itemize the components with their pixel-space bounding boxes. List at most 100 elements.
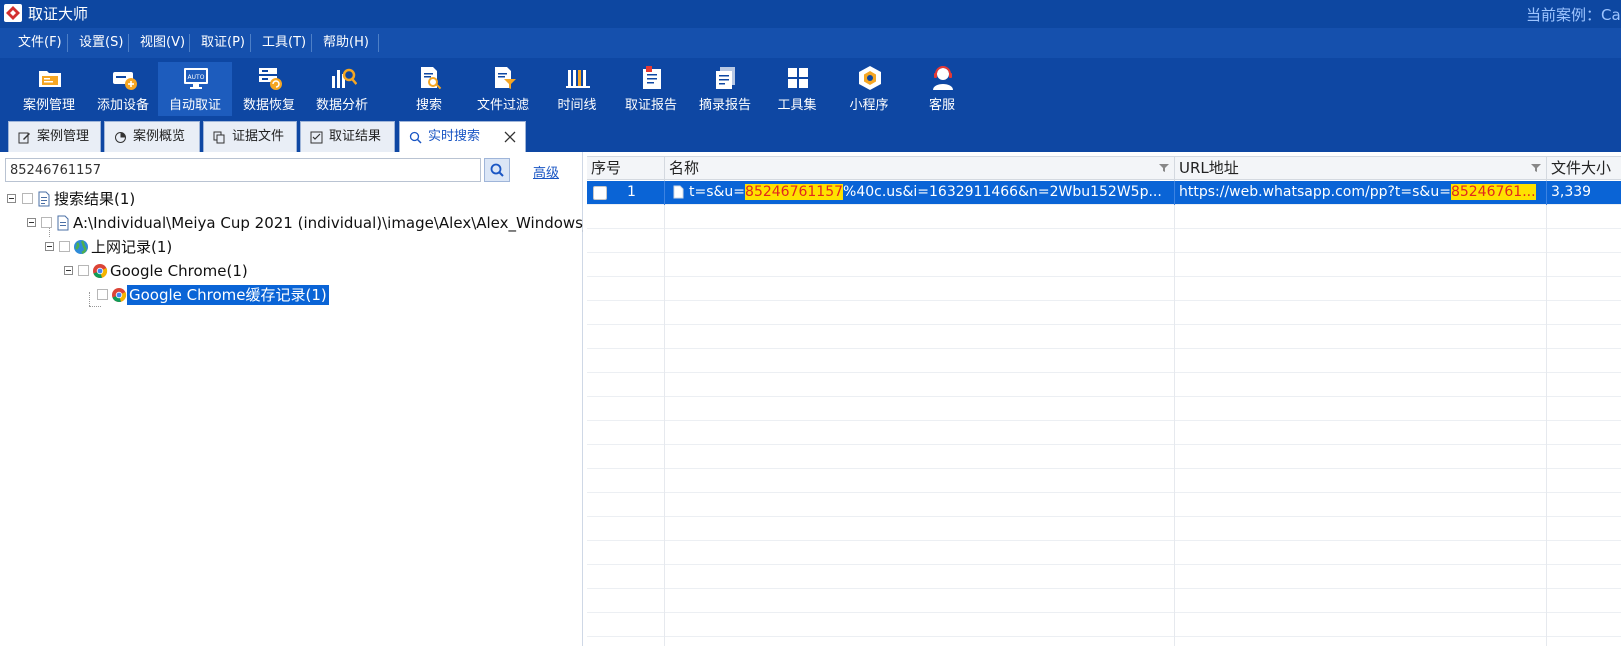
collapse-toggle[interactable] (27, 218, 36, 227)
table-row[interactable]: 1 t=s&u=85246761157%40c.us&i=1632911466&… (587, 181, 1621, 205)
customer-service-button[interactable]: 客服 (905, 62, 979, 116)
toolset-button[interactable]: 工具集 (760, 62, 834, 116)
tree-node-google-chrome[interactable]: Google Chrome(1) (0, 260, 583, 282)
collapse-toggle[interactable] (7, 194, 16, 203)
search-result-tree: 搜索结果(1) A:\Individual\Meiya Cup 2021 (in… (0, 184, 583, 644)
column-divider (1174, 445, 1175, 469)
tree-node-label: Google Chrome(1) (110, 262, 248, 280)
excerpt-report-icon (716, 67, 735, 89)
empty-table-row (587, 469, 1621, 493)
file-filter-button[interactable]: 文件过滤 (466, 62, 540, 116)
keyword-highlight: 85246761... (1450, 184, 1536, 200)
advanced-search-link[interactable]: 高级 (533, 162, 559, 181)
auto-forensics-button[interactable]: AUTO 自动取证 (158, 62, 232, 116)
column-divider (1174, 589, 1175, 613)
filter-icon[interactable] (1531, 163, 1541, 173)
column-divider (1546, 565, 1547, 589)
empty-table-row (587, 637, 1621, 646)
menu-settings[interactable]: 设置(S) (73, 28, 129, 58)
menu-forensics[interactable]: 取证(P) (195, 28, 251, 58)
toolbar-label: 客服 (928, 98, 955, 113)
column-divider (664, 613, 665, 637)
column-divider (1546, 349, 1547, 373)
empty-table-row (587, 301, 1621, 325)
column-divider (1546, 613, 1547, 637)
menu-separator (250, 34, 251, 52)
toolbar-label: 文件过滤 (476, 98, 529, 113)
auto-monitor-icon: AUTO (184, 68, 208, 89)
empty-table-row (587, 397, 1621, 421)
column-divider (1174, 637, 1175, 646)
data-analysis-button[interactable]: 数据分析 (305, 62, 379, 116)
column-divider (664, 421, 665, 445)
column-divider (1174, 613, 1175, 637)
customer-service-icon (933, 66, 953, 90)
checklist-icon (310, 131, 323, 144)
search-submit-button[interactable] (484, 158, 510, 182)
case-management-button[interactable]: 案例管理 (12, 62, 86, 116)
tree-node-search-results[interactable]: 搜索结果(1) (0, 188, 583, 210)
column-header-name[interactable]: 名称 (665, 157, 1175, 181)
tab-evidence-files[interactable]: 证据文件 (203, 121, 297, 152)
column-divider (1174, 493, 1175, 517)
chrome-icon (112, 288, 127, 302)
search-button[interactable]: 搜索 (392, 62, 466, 116)
file-icon (673, 185, 684, 199)
column-header-url[interactable]: URL地址 (1175, 157, 1547, 181)
title-bar: 取证大师 当前案例：Ca (0, 0, 1621, 28)
copy-icon (213, 131, 225, 144)
tree-node-web-history[interactable]: 上网记录(1) (0, 236, 583, 258)
tab-realtime-search[interactable]: 实时搜索 (399, 121, 526, 152)
column-header-index[interactable]: 序号 (587, 157, 665, 181)
toolbar-label: 自动取证 (168, 98, 221, 113)
tree-checkbox[interactable] (22, 193, 33, 204)
menu-file[interactable]: 文件(F) (12, 28, 68, 58)
column-divider (1546, 277, 1547, 301)
empty-table-row (587, 493, 1621, 517)
toolbar-label: 数据分析 (315, 98, 368, 113)
tree-node-chrome-cache[interactable]: Google Chrome缓存记录(1) (0, 284, 583, 306)
row-index: 1 (627, 184, 636, 200)
pie-icon (115, 132, 126, 143)
tree-checkbox[interactable] (41, 217, 52, 228)
tree-node-evidence-image[interactable]: A:\Individual\Meiya Cup 2021 (individual… (0, 212, 583, 234)
menu-view[interactable]: 视图(V) (134, 28, 191, 58)
data-recovery-button[interactable]: 数据恢复 (232, 62, 306, 116)
empty-table-row (587, 205, 1621, 229)
collapse-toggle[interactable] (45, 242, 54, 251)
menu-separator (128, 34, 129, 52)
search-icon (490, 163, 504, 177)
tree-checkbox[interactable] (78, 265, 89, 276)
mini-program-button[interactable]: 小程序 (832, 62, 906, 116)
menu-bar: 文件(F) 设置(S) 视图(V) 取证(P) 工具(T) 帮助(H) (0, 28, 1621, 58)
column-header-size[interactable]: 文件大小 (1547, 157, 1621, 181)
column-divider (664, 373, 665, 397)
close-icon[interactable] (503, 130, 517, 144)
search-results-grid: 序号 名称 URL地址 文件大小 1 t=s&u=85246761157%40c… (587, 152, 1621, 646)
toolbar-label: 时间线 (557, 98, 597, 113)
add-device-button[interactable]: 添加设备 (86, 62, 160, 116)
timeline-button[interactable]: 时间线 (540, 62, 614, 116)
column-divider (664, 349, 665, 373)
search-input[interactable] (5, 158, 481, 182)
column-divider (1174, 421, 1175, 445)
excerpt-report-button[interactable]: 摘录报告 (688, 62, 762, 116)
row-checkbox[interactable] (593, 186, 607, 200)
menu-tools[interactable]: 工具(T) (256, 28, 312, 58)
filter-icon[interactable] (1159, 163, 1169, 173)
tab-case-management[interactable]: 案例管理 (8, 121, 101, 152)
forensic-report-button[interactable]: 取证报告 (614, 62, 688, 116)
tab-case-overview[interactable]: 案例概览 (104, 121, 200, 152)
name-suffix: %40c.us&i=1632911466&n=2Wbu152W5p... (843, 184, 1162, 200)
column-divider (1546, 205, 1547, 229)
tree-checkbox[interactable] (59, 241, 70, 252)
collapse-toggle[interactable] (64, 266, 73, 275)
menu-help[interactable]: 帮助(H) (317, 28, 375, 58)
column-divider (664, 325, 665, 349)
mini-program-icon (859, 66, 881, 90)
tree-checkbox[interactable] (97, 289, 108, 300)
column-divider (1546, 445, 1547, 469)
column-divider (1174, 373, 1175, 397)
empty-table-row (587, 325, 1621, 349)
tab-forensic-results[interactable]: 取证结果 (300, 121, 395, 152)
